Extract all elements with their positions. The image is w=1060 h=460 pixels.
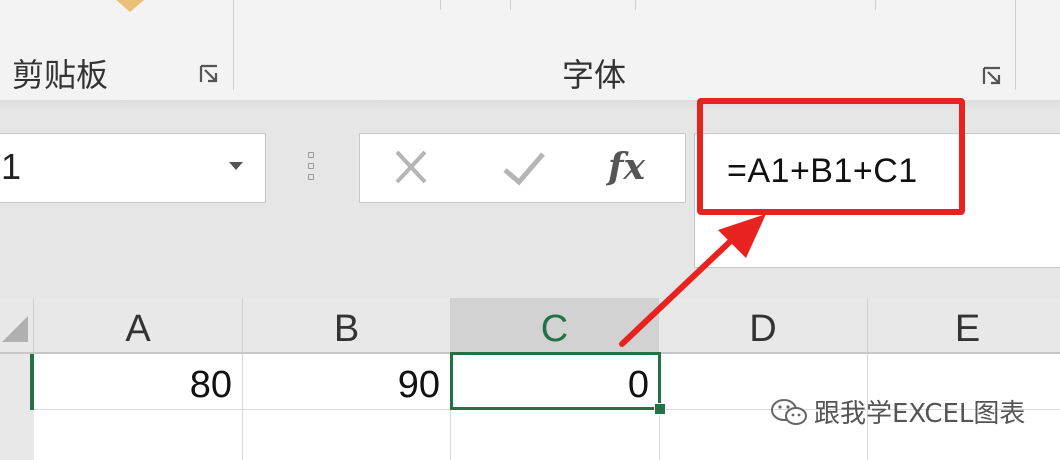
ribbon-divider — [875, 0, 876, 10]
select-all-triangle-icon — [2, 316, 28, 342]
dialog-launcher-icon[interactable] — [199, 64, 219, 84]
formula-buttons: fx — [359, 133, 686, 203]
group-separator — [233, 0, 234, 90]
dialog-launcher-icon[interactable] — [982, 66, 1002, 86]
formula-highlight-box — [697, 98, 965, 215]
ribbon-divider — [635, 0, 636, 10]
watermark: 跟我学EXCEL图表 — [770, 393, 1025, 430]
fill-handle[interactable] — [654, 403, 666, 415]
select-all-corner[interactable] — [0, 298, 34, 353]
column-header-e[interactable]: E — [868, 298, 1060, 353]
ribbon-divider — [440, 0, 441, 10]
row-headers[interactable] — [0, 354, 34, 460]
group-separator — [1015, 0, 1016, 90]
name-box[interactable]: 1 — [0, 133, 266, 203]
name-box-value: 1 — [1, 146, 22, 187]
wechat-icon — [771, 398, 807, 425]
watermark-text: 跟我学EXCEL图表 — [814, 399, 1026, 429]
clipboard-group-label: 剪贴板 — [12, 56, 109, 94]
column-header-a[interactable]: A — [34, 298, 243, 353]
ribbon-divider — [510, 0, 511, 10]
cancel-x-icon[interactable] — [360, 134, 460, 202]
cell-a1[interactable]: 80 — [34, 356, 242, 410]
grip-handle-icon[interactable] — [308, 152, 314, 184]
column-header-c[interactable]: C — [451, 298, 659, 353]
cell-b1[interactable]: 90 — [242, 356, 450, 410]
insert-function-button[interactable]: fx — [608, 146, 645, 188]
checkmark-icon[interactable] — [475, 134, 575, 202]
ribbon: 剪贴板 字体 — [0, 0, 1060, 100]
paste-brush-icon[interactable] — [92, 0, 150, 22]
font-group-label: 字体 — [562, 56, 627, 94]
chevron-down-icon[interactable] — [229, 162, 243, 170]
active-cell-outline — [450, 352, 661, 410]
column-header-b[interactable]: B — [243, 298, 451, 353]
column-header-d[interactable]: D — [659, 298, 868, 353]
